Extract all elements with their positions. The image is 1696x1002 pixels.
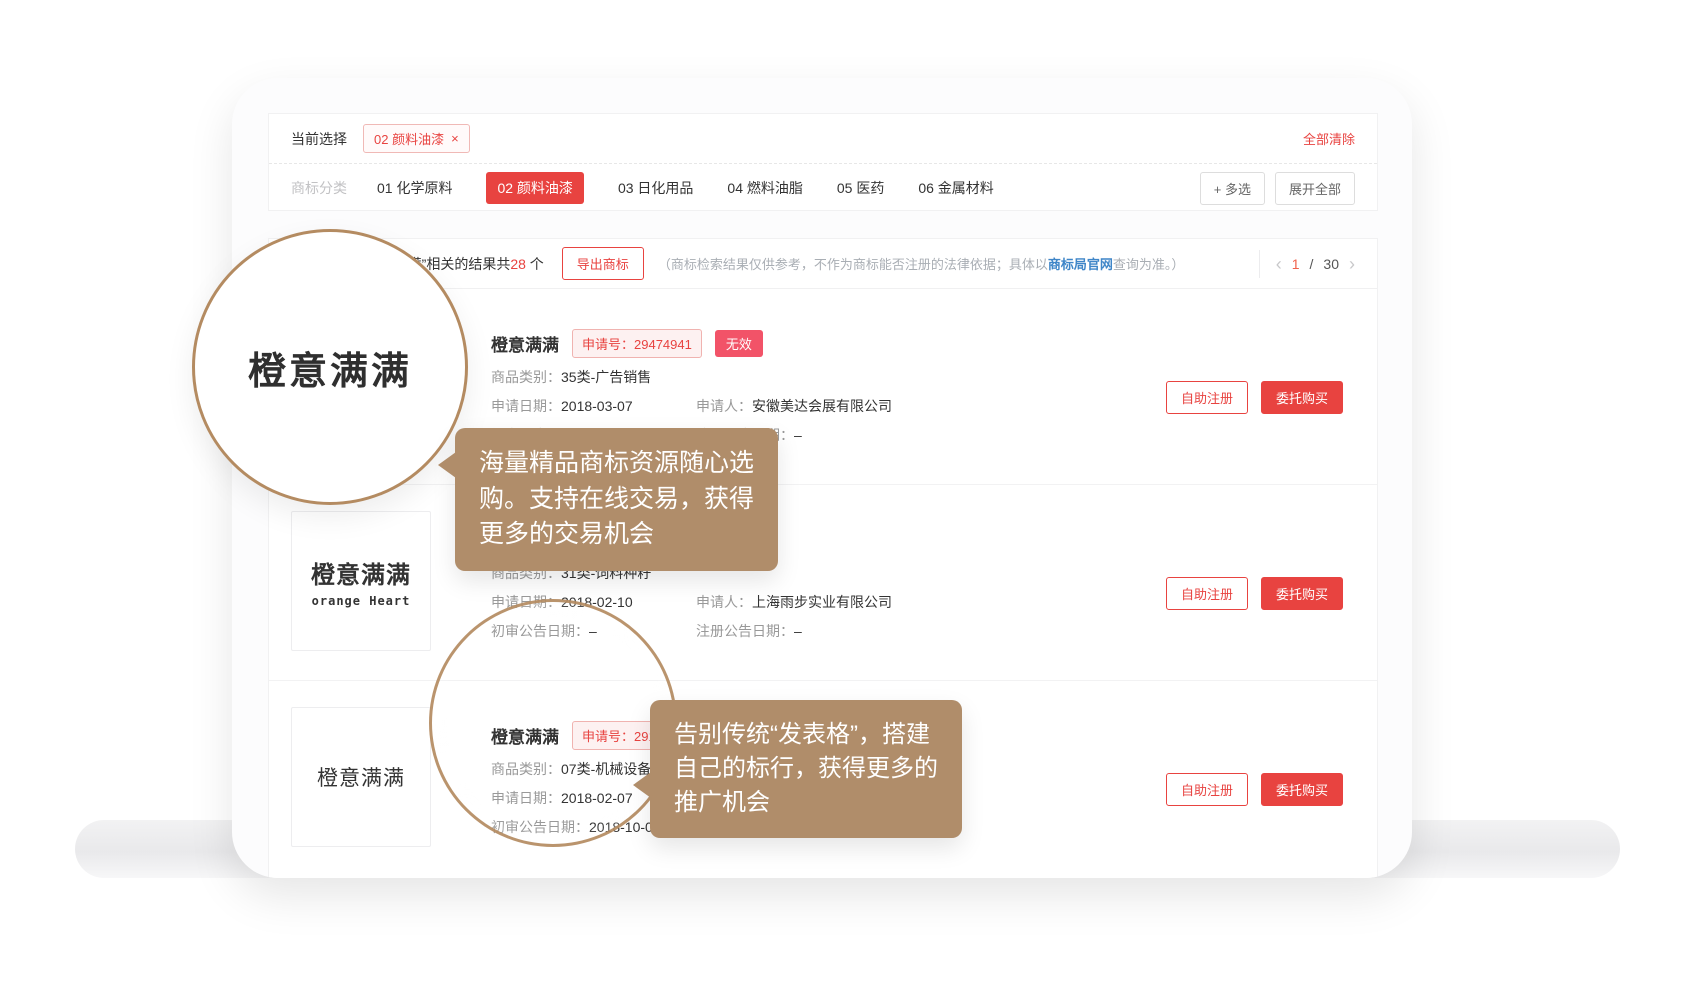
marketing-tooltip-trade: 海量精品商标资源随心选 购。支持在线交易，获得 更多的交易机会 xyxy=(455,428,778,571)
export-trademark-button[interactable]: 导出商标 xyxy=(562,247,644,280)
multi-select-button[interactable]: + 多选 xyxy=(1200,172,1265,205)
application-number: 29474941 xyxy=(634,337,692,352)
trademark-name: 橙意满满 xyxy=(491,331,559,356)
tooltip-line: 购。支持在线交易，获得 xyxy=(479,482,754,518)
trademark-logo: 橙意满满 orange Heart xyxy=(291,511,431,651)
status-badge: 无效 xyxy=(715,330,763,357)
category-item-05[interactable]: 05 医药 xyxy=(837,178,884,198)
tooltip-line: 海量精品商标资源随心选 xyxy=(479,446,754,482)
registration-publication-value: – xyxy=(794,623,802,639)
remove-tag-icon[interactable]: × xyxy=(451,131,459,146)
entrust-purchase-button[interactable]: 委托购买 xyxy=(1261,381,1343,414)
results-disclaimer: （商标检索结果仅供参考，不作为商标能否注册的法律依据；具体以商标局官网查询为准。… xyxy=(658,254,1243,273)
trademark-office-link[interactable]: 商标局官网 xyxy=(1048,257,1113,272)
magnifier-ring xyxy=(429,599,677,847)
trademark-row: 橙意满满 orange Heart 橙意满满 申请号：29482153 已注册 … xyxy=(269,485,1377,681)
apply-date-label: 申请日期： xyxy=(491,398,561,414)
current-selection-label: 当前选择 xyxy=(291,129,347,149)
applicant-label: 申请人： xyxy=(696,398,752,414)
disclaimer-pre: （商标检索结果仅供参考，不作为商标能否注册的法律依据；具体以 xyxy=(658,257,1048,272)
selected-category-tag-label: 02 颜料油漆 xyxy=(374,129,444,148)
page: 当前选择 02 颜料油漆 × 全部清除 商标分类 01 化学原料 02 颜料油漆… xyxy=(0,0,1696,1002)
category-row-label: 商标分类 xyxy=(291,178,347,198)
category-item-02-active[interactable]: 02 颜料油漆 xyxy=(486,172,583,204)
registration-publication-label: 注册公告日期： xyxy=(696,623,794,639)
category-list: 01 化学原料 02 颜料油漆 03 日化用品 04 燃料油脂 05 医药 06… xyxy=(377,172,994,204)
category-item-04[interactable]: 04 燃料油脂 xyxy=(727,178,802,198)
tooltip-line: 更多的交易机会 xyxy=(479,517,754,553)
apply-date-value: 2018-03-07 xyxy=(561,398,633,414)
summary-count: 28 xyxy=(510,256,526,272)
clear-all-link[interactable]: 全部清除 xyxy=(1303,129,1355,148)
self-register-button[interactable]: 自助注册 xyxy=(1166,577,1248,610)
total-pages: 30 xyxy=(1323,256,1339,272)
filter-panel: 当前选择 02 颜料油漆 × 全部清除 商标分类 01 化学原料 02 颜料油漆… xyxy=(268,113,1378,211)
tooltip-line: 推广机会 xyxy=(674,786,938,820)
trademark-logo: 橙意满满 xyxy=(291,707,431,847)
selected-category-tag[interactable]: 02 颜料油漆 × xyxy=(363,124,470,153)
summary-suffix: 个 xyxy=(526,256,544,272)
current-page: 1 xyxy=(1292,256,1300,272)
trademark-logo-subtext: orange Heart xyxy=(312,594,411,608)
tooltip-line: 自己的标行，获得更多的 xyxy=(674,752,938,786)
category-item-03[interactable]: 03 日化用品 xyxy=(618,178,693,198)
applicant-value: 安徽美达会展有限公司 xyxy=(752,398,892,414)
category-label: 商品类别： xyxy=(491,369,561,385)
pagination: ‹ 1 / 30 › xyxy=(1276,255,1355,273)
category-value: 35类-广告销售 xyxy=(561,369,651,385)
trademark-logo-text: 橙意满满 xyxy=(317,762,405,792)
page-separator: / xyxy=(1310,256,1314,272)
trademark-logo-text: 橙意满满 xyxy=(311,555,411,590)
header-divider xyxy=(1259,250,1260,278)
category-item-06[interactable]: 06 金属材料 xyxy=(918,178,993,198)
applicant-value: 上海雨步实业有限公司 xyxy=(752,594,892,610)
marketing-tooltip-promo: 告别传统“发表格”，搭建 自己的标行，获得更多的 推广机会 xyxy=(650,700,962,838)
category-item-01[interactable]: 01 化学原料 xyxy=(377,178,452,198)
expand-all-button[interactable]: 展开全部 xyxy=(1275,172,1355,205)
registration-publication-value: – xyxy=(794,427,802,443)
prev-page-icon[interactable]: ‹ xyxy=(1276,255,1282,273)
entrust-purchase-button[interactable]: 委托购买 xyxy=(1261,577,1343,610)
tooltip-line: 告别传统“发表格”，搭建 xyxy=(674,718,938,752)
magnified-trademark-text: 橙意满满 xyxy=(248,340,412,395)
current-selection-row: 当前选择 02 颜料油漆 × 全部清除 xyxy=(269,114,1377,163)
entrust-purchase-button[interactable]: 委托购买 xyxy=(1261,773,1343,806)
self-register-button[interactable]: 自助注册 xyxy=(1166,381,1248,414)
application-number-tag: 申请号：29474941 xyxy=(572,329,702,358)
next-page-icon[interactable]: › xyxy=(1349,255,1355,273)
application-number-label: 申请号： xyxy=(582,337,634,352)
applicant-label: 申请人： xyxy=(696,594,752,610)
magnifier-circle: 橙意满满 xyxy=(192,229,468,505)
self-register-button[interactable]: 自助注册 xyxy=(1166,773,1248,806)
disclaimer-post: 查询为准。） xyxy=(1113,257,1185,272)
category-row: 商标分类 01 化学原料 02 颜料油漆 03 日化用品 04 燃料油脂 05 … xyxy=(269,164,1377,212)
